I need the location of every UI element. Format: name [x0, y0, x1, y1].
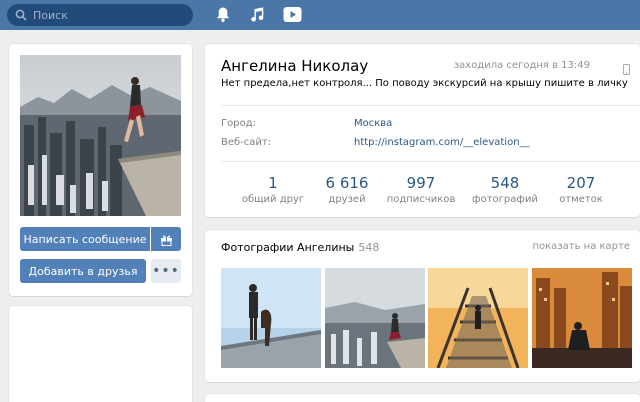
photo-thumbnail[interactable]: [428, 268, 528, 368]
photo-thumbnail[interactable]: [325, 268, 425, 368]
counter-value: 207: [566, 174, 596, 192]
video-play-icon[interactable]: [283, 6, 302, 23]
search-icon: [15, 9, 27, 21]
city-link[interactable]: Москва: [354, 118, 392, 129]
counter-mutual-friends[interactable]: 1 общий друг: [235, 174, 311, 205]
photos-title-text: Фотографии Ангелины: [221, 241, 355, 254]
counter-tags[interactable]: 207 отметок: [551, 174, 611, 205]
counter-label: общий друг: [241, 194, 305, 205]
send-message-button[interactable]: Написать сообщение: [20, 227, 150, 251]
counter-label: отметок: [559, 194, 603, 205]
avatar-card: Написать сообщение Добавить в друзья •••: [9, 44, 192, 296]
left-secondary-card: [9, 306, 192, 402]
mobile-phone-icon: [623, 60, 630, 79]
profile-counters: 1 общий друг 6 616 друзей 997 подписчико…: [235, 174, 630, 205]
profile-name: Ангелина Николау: [221, 57, 369, 75]
profile-status: Нет предела,нет контроля... По поводу эк…: [221, 78, 628, 89]
city-label: Город:: [221, 118, 256, 129]
bell-icon[interactable]: [215, 6, 231, 23]
online-status: заходила сегодня в 13:49: [453, 60, 590, 71]
top-bar: Поиск: [0, 0, 640, 30]
website-label: Веб-сайт:: [221, 137, 272, 148]
counter-value: 997: [406, 174, 436, 192]
search-input[interactable]: Поиск: [7, 4, 193, 26]
counter-label: фотографий: [472, 194, 538, 205]
counter-value: 6 616: [325, 174, 369, 192]
photos-title[interactable]: Фотографии Ангелины 548: [221, 241, 379, 254]
show-on-map-link[interactable]: показать на карте: [532, 241, 630, 252]
profile-info-card: Ангелина Николау заходила сегодня в 13:4…: [205, 44, 640, 217]
profile-photo[interactable]: [20, 55, 181, 216]
wall-card: [205, 394, 640, 402]
photo-thumbnail[interactable]: [532, 268, 632, 368]
photos-count: 548: [358, 241, 380, 254]
counter-value: 1: [268, 174, 278, 192]
counter-value: 548: [490, 174, 520, 192]
photos-card: Фотографии Ангелины 548 показать на карте: [205, 230, 640, 382]
counter-label: друзей: [328, 194, 366, 205]
gift-button[interactable]: [151, 227, 181, 251]
website-link[interactable]: http://instagram.com/__elevation__: [354, 137, 530, 148]
add-friend-button[interactable]: Добавить в друзья: [20, 259, 146, 283]
counter-photos[interactable]: 548 фотографий: [459, 174, 551, 205]
counter-friends[interactable]: 6 616 друзей: [311, 174, 383, 205]
search-placeholder: Поиск: [33, 8, 68, 22]
divider: [221, 161, 640, 162]
gift-icon: [160, 234, 172, 246]
divider: [221, 105, 640, 106]
more-actions-button[interactable]: •••: [151, 259, 181, 283]
photo-thumbnail[interactable]: [221, 268, 321, 368]
counter-label: подписчиков: [386, 194, 456, 205]
counter-followers[interactable]: 997 подписчиков: [383, 174, 459, 205]
music-icon[interactable]: [249, 6, 265, 23]
